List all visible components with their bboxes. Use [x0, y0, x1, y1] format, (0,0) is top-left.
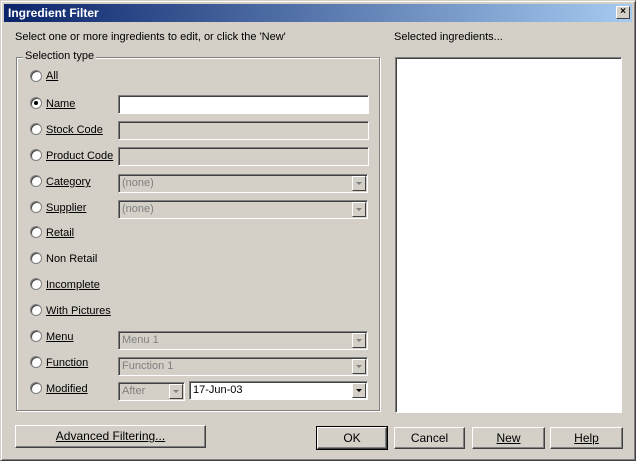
chevron-down-icon[interactable]	[169, 384, 183, 399]
radio-all[interactable]	[30, 70, 42, 82]
selection-type-legend: Selection type	[23, 50, 97, 63]
modified-date-picker[interactable]: 17-Jun-03	[189, 381, 368, 400]
radio-category[interactable]	[30, 175, 42, 187]
radio-supplier[interactable]	[30, 201, 42, 213]
window-title: Ingredient Filter	[8, 6, 99, 20]
radio-function[interactable]	[30, 356, 42, 368]
selected-ingredients-label: Selected ingredients...	[394, 31, 503, 43]
radio-non-retail[interactable]	[30, 252, 42, 264]
selected-ingredients-list[interactable]	[395, 57, 622, 413]
close-button[interactable]: ×	[616, 6, 630, 19]
modified-when-value: After	[122, 385, 146, 397]
radio-name-label[interactable]: Name	[46, 98, 75, 111]
radio-incomplete-label[interactable]: Incomplete	[46, 279, 100, 292]
radio-with-pictures[interactable]	[30, 304, 42, 316]
supplier-select[interactable]: (none)	[118, 200, 368, 219]
advanced-filtering-button[interactable]: Advanced Filtering...	[15, 425, 206, 448]
help-button[interactable]: Help	[550, 427, 623, 449]
menu-select[interactable]: Menu 1	[118, 331, 368, 350]
title-bar[interactable]: Ingredient Filter ×	[4, 4, 632, 22]
radio-menu-label[interactable]: Menu	[46, 331, 74, 344]
product-code-input[interactable]	[118, 147, 369, 166]
radio-retail[interactable]	[30, 226, 42, 238]
chevron-down-icon[interactable]	[352, 333, 366, 348]
ok-button-label: OK	[343, 430, 361, 445]
radio-function-label[interactable]: Function	[46, 357, 88, 370]
function-select-value: Function 1	[122, 360, 174, 372]
ingredient-filter-dialog: Ingredient Filter × Select one or more i…	[0, 0, 636, 461]
radio-product-code[interactable]	[30, 149, 42, 161]
chevron-down-icon[interactable]	[352, 383, 366, 398]
modified-date-value: 17-Jun-03	[193, 384, 243, 396]
advanced-filtering-button-label: Advanced Filtering...	[55, 429, 166, 443]
instructions-text: Select one or more ingredients to edit, …	[15, 31, 286, 43]
cancel-button[interactable]: Cancel	[394, 427, 465, 449]
radio-stock-code[interactable]	[30, 123, 42, 135]
chevron-down-icon[interactable]	[352, 202, 366, 217]
menu-select-value: Menu 1	[122, 334, 159, 346]
chevron-down-icon[interactable]	[352, 359, 366, 374]
radio-name[interactable]	[30, 97, 42, 109]
modified-when-select[interactable]: After	[118, 382, 185, 401]
chevron-down-icon[interactable]	[352, 176, 366, 191]
new-button-label: New	[496, 430, 521, 445]
radio-product-code-label[interactable]: Product Code	[46, 150, 113, 163]
radio-supplier-label[interactable]: Supplier	[46, 202, 86, 215]
radio-menu[interactable]	[30, 330, 42, 342]
radio-retail-label[interactable]: Retail	[46, 227, 74, 240]
radio-with-pictures-label[interactable]: With Pictures	[46, 305, 111, 318]
stock-code-input[interactable]	[118, 121, 369, 140]
radio-modified-label[interactable]: Modified	[46, 383, 88, 396]
category-select[interactable]: (none)	[118, 174, 368, 193]
supplier-select-value: (none)	[122, 203, 154, 215]
new-button[interactable]: New	[472, 427, 545, 449]
help-button-label: Help	[574, 430, 599, 445]
cancel-button-label: Cancel	[410, 430, 449, 445]
radio-all-label[interactable]: All	[46, 70, 58, 83]
close-icon: ×	[620, 6, 626, 17]
radio-non-retail-label[interactable]: Non Retail	[46, 253, 97, 266]
function-select[interactable]: Function 1	[118, 357, 368, 376]
category-select-value: (none)	[122, 177, 154, 189]
radio-category-label[interactable]: Category	[46, 176, 91, 189]
ok-button[interactable]: OK	[316, 426, 388, 450]
radio-stock-code-label[interactable]: Stock Code	[46, 124, 103, 137]
radio-modified[interactable]	[30, 382, 42, 394]
radio-incomplete[interactable]	[30, 278, 42, 290]
name-input[interactable]	[118, 95, 369, 114]
